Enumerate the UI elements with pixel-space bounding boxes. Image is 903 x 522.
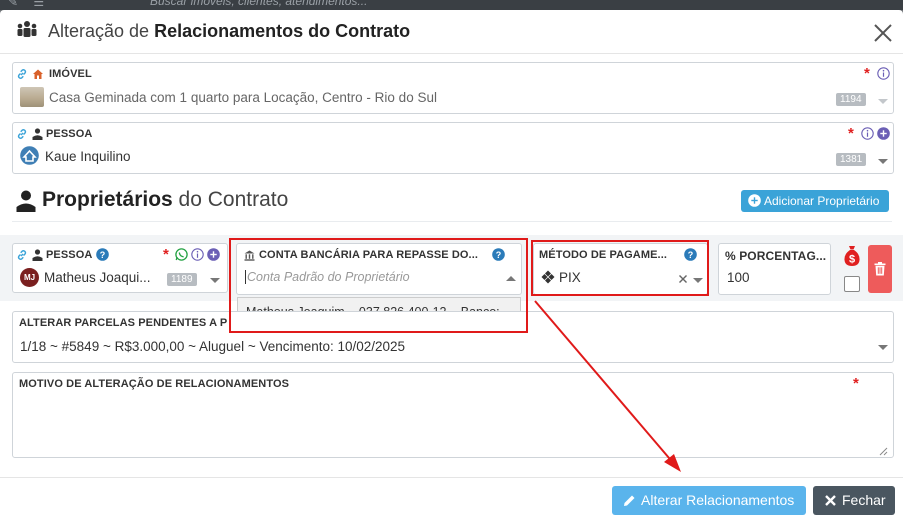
proprietarios-title-rest: do Contrato [172,188,289,211]
trash-icon [874,262,886,276]
required-marker: * [864,65,870,82]
avatar: MJ [20,268,39,287]
users-icon [17,21,37,37]
installments-value: 1/18 ~ #5849 ~ R$3.000,00 ~ Aluguel ~ Ve… [20,339,406,354]
link-icon [17,250,27,260]
whatsapp-icon[interactable] [175,248,188,261]
svg-text:$: $ [849,254,855,266]
plus-circle-icon[interactable] [207,248,220,261]
imovel-field[interactable]: IMÓVEL * Casa Geminada com 1 quarto para… [12,62,894,114]
add-owner-button[interactable]: Adicionar Proprietário [741,190,889,212]
section-divider [12,221,892,222]
house-icon [33,69,43,79]
alter-relationships-label: Alterar Relacionamentos [641,492,795,508]
delete-owner-button[interactable] [868,245,892,293]
add-owner-label: Adicionar Proprietário [764,194,880,208]
link-icon [17,69,27,79]
background-search-input: Buscar imóveis, clientes, atendimentos..… [150,0,368,8]
required-marker: * [848,125,854,142]
modal-footer: Alterar Relacionamentos Fechar [0,477,903,522]
percentage-label: % PORCENTAG... [725,249,827,263]
modal-title-bold: Relacionamentos do Contrato [154,21,411,41]
pessoa-label: PESSOA [46,128,93,140]
annotation-box-payment-method [531,240,709,296]
installments-label: ALTERAR PARCELAS PENDENTES A P [19,317,228,329]
modal-title-prefix: Alteração de [48,21,155,41]
property-thumbnail [20,87,44,107]
owner-pessoa-value: Matheus Joaqui... [44,270,151,285]
info-icon[interactable] [191,248,204,261]
plus-circle-icon [748,194,761,207]
owner-pessoa-label: PESSOA [46,249,93,261]
imovel-dropdown-caret[interactable] [878,99,888,104]
required-marker: * [853,375,859,392]
person-avatar-icon [20,146,39,165]
pencil-icon [624,495,635,506]
link-icon [17,129,27,139]
modal-title: Alteração de Relacionamentos do Contrato [48,21,410,42]
imovel-value: Casa Geminada com 1 quarto para Locação,… [49,90,437,105]
pessoa-value: Kaue Inquilino [45,149,131,164]
pessoa-id-badge: 1381 [836,153,867,166]
pessoa-field[interactable]: PESSOA * Kaue Inquilino 1381 [12,122,894,174]
user-icon [32,128,43,140]
owner-pessoa-field[interactable]: PESSOA ? * MJ Matheus Joaqui... 1189 [12,243,228,293]
svg-text:?: ? [100,250,106,260]
owner-checkbox[interactable] [844,276,860,292]
user-icon [32,249,43,261]
percentage-field[interactable]: % PORCENTAG... 100 [718,243,831,295]
reason-textarea[interactable]: MOTIVO DE ALTERAÇÃO DE RELACIONAMENTOS * [12,372,894,458]
background-app-bar: ✎ ☰ Buscar imóveis, clientes, atendiment… [0,0,903,10]
proprietarios-title: Proprietários do Contrato [42,188,288,212]
help-icon[interactable]: ? [96,248,109,261]
close-label: Fechar [842,492,886,508]
modal-dialog: Alteração de Relacionamentos do Contrato… [0,10,903,522]
reason-label: MOTIVO DE ALTERAÇÃO DE RELACIONAMENTOS [19,378,290,390]
resize-handle-icon[interactable] [879,447,888,456]
annotation-box-bank-account [229,238,528,333]
proprietarios-title-bold: Proprietários [42,188,173,211]
background-toolbar-icons: ✎ ☰ [8,0,51,9]
user-icon [16,190,36,212]
percentage-value[interactable]: 100 [727,270,750,285]
installments-dropdown-caret[interactable] [878,345,888,350]
modal-header: Alteração de Relacionamentos do Contrato [0,10,903,54]
required-marker: * [163,246,169,263]
close-icon [825,495,836,506]
pessoa-dropdown-caret[interactable] [878,159,888,164]
info-icon[interactable] [877,67,890,80]
close-button[interactable]: Fechar [813,486,895,515]
alter-relationships-button[interactable]: Alterar Relacionamentos [612,486,806,515]
owner-pessoa-dropdown-caret[interactable] [210,278,220,283]
imovel-id-badge: 1194 [836,93,866,106]
info-icon[interactable] [861,127,874,140]
money-bag-icon: $ [844,246,860,266]
plus-circle-icon[interactable] [877,127,890,140]
imovel-label: IMÓVEL [49,68,92,80]
close-icon[interactable] [872,22,894,44]
owner-pessoa-id-badge: 1189 [167,273,197,286]
